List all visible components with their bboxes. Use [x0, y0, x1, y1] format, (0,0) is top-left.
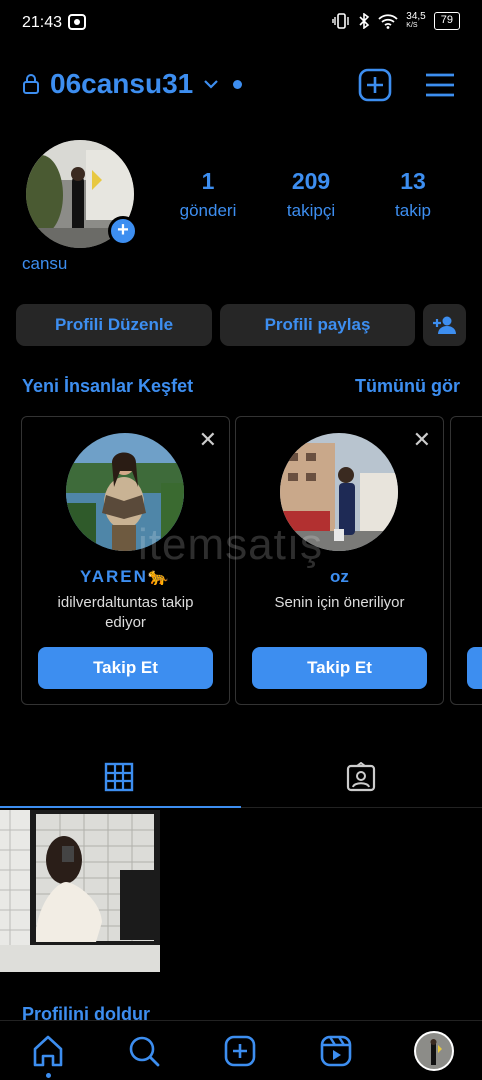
posts-label: gönderi	[179, 201, 237, 220]
followers-label: takipçi	[286, 201, 336, 220]
tagged-icon	[346, 761, 376, 792]
see-all-link[interactable]: Tümünü gör	[355, 376, 460, 397]
suggestion-subtitle: idilverdaltuntas takip ediyor	[57, 594, 194, 631]
post-thumbnail[interactable]	[0, 810, 160, 972]
following-label: takip	[395, 201, 431, 220]
follow-button[interactable]: Takip Et	[38, 647, 213, 689]
tab-tagged[interactable]	[346, 761, 376, 797]
close-icon[interactable]: ✕	[199, 427, 217, 453]
add-story-button[interactable]: +	[108, 216, 138, 246]
username: 06cansu31	[50, 68, 194, 99]
following-stat[interactable]: 13 takip	[386, 168, 440, 221]
nav-reels[interactable]	[318, 1033, 354, 1069]
notification-dot	[233, 79, 243, 89]
follow-button[interactable]: Takip Et	[252, 647, 427, 689]
menu-icon	[426, 73, 454, 97]
discover-title: Yeni İnsanlar Keşfet	[22, 376, 194, 396]
battery-indicator: 79	[433, 12, 460, 30]
profile-avatar	[414, 1031, 454, 1071]
vibrate-icon	[332, 13, 349, 29]
suggestion-name: oz	[330, 567, 349, 586]
bluetooth-icon	[359, 13, 370, 29]
profile-avatar-large[interactable]: +	[26, 140, 138, 248]
followers-count: 209	[291, 168, 331, 194]
home-icon	[33, 1035, 63, 1067]
display-name: cansu	[22, 254, 68, 273]
network-speed-unit: K/S	[406, 22, 418, 29]
nav-home[interactable]	[30, 1033, 66, 1078]
suggestion-card-partial[interactable]	[450, 416, 482, 705]
following-count: 13	[400, 168, 426, 194]
create-icon	[224, 1035, 256, 1067]
search-icon	[129, 1036, 160, 1067]
add-post-icon	[358, 68, 392, 102]
network-speed-value: 34,5	[406, 11, 426, 22]
status-bar: 21:43 34,5 K/S 79	[0, 0, 482, 48]
follow-button[interactable]	[467, 647, 482, 689]
status-time: 21:43	[22, 14, 63, 31]
edit-profile-button[interactable]: Profili Düzenle	[16, 304, 212, 346]
close-icon[interactable]: ✕	[413, 427, 431, 453]
nav-create[interactable]	[222, 1033, 258, 1069]
share-profile-button[interactable]: Profili paylaş	[220, 304, 415, 346]
bottom-nav	[0, 1020, 482, 1080]
chevron-down-icon	[204, 80, 218, 89]
nav-search[interactable]	[126, 1033, 162, 1069]
network-speed: 34,5 K/S	[406, 12, 425, 30]
wifi-icon	[378, 14, 398, 29]
screen-record-icon	[68, 14, 86, 30]
reels-icon	[320, 1035, 352, 1067]
account-switcher[interactable]: 06cansu31	[22, 68, 243, 100]
active-tab-indicator	[0, 806, 241, 808]
nav-profile[interactable]	[414, 1031, 454, 1071]
menu-button[interactable]	[423, 68, 457, 107]
active-dot	[46, 1073, 51, 1078]
suggestion-name: YAREN🐆	[79, 567, 172, 586]
grid-icon	[104, 762, 134, 792]
post-photo	[0, 810, 160, 972]
status-icons: 34,5 K/S 79	[332, 12, 460, 30]
add-post-button[interactable]	[358, 68, 392, 107]
discover-people-button[interactable]	[423, 304, 466, 346]
posts-count: 1	[201, 168, 215, 194]
watermark: itemsatış	[138, 520, 324, 569]
lock-icon	[23, 74, 39, 94]
suggestion-subtitle: Senin için öneriliyor	[274, 594, 405, 611]
followers-stat[interactable]: 209 takipçi	[278, 168, 344, 221]
add-person-icon	[432, 316, 456, 334]
tab-grid[interactable]	[104, 762, 134, 797]
posts-stat[interactable]: 1 gönderi	[176, 168, 240, 221]
